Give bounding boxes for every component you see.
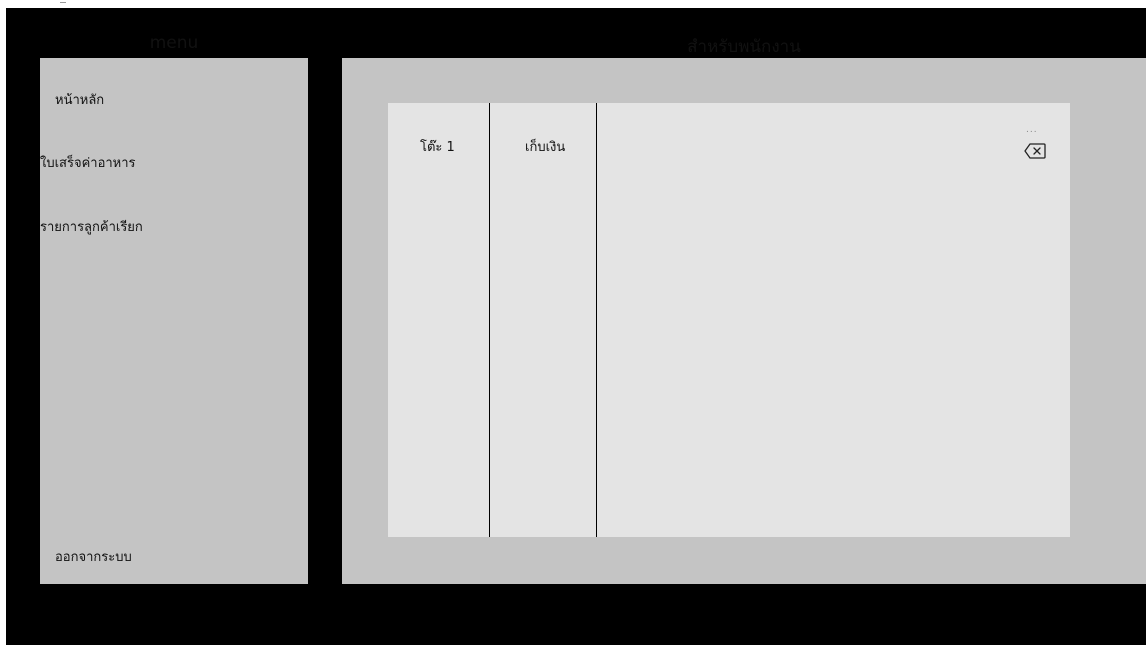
column-divider [489, 103, 490, 537]
backspace-icon[interactable] [1024, 143, 1046, 159]
sidebar-item-home[interactable]: หน้าหลัก [55, 89, 104, 110]
page-title: สำหรับพนักงาน [687, 37, 801, 57]
top-mark [60, 2, 66, 3]
sidebar: หน้าหลัก ใบเสร็จค่าอาหาร รายการลูกค้าเรี… [40, 58, 308, 584]
table-label[interactable]: โต๊ะ 1 [420, 136, 455, 157]
content-card: โต๊ะ 1 เก็บเงิน ... [388, 103, 1070, 537]
logout-button[interactable]: ออกจากระบบ [55, 546, 132, 567]
column-divider [596, 103, 597, 537]
more-options-icon[interactable]: ... [1026, 125, 1038, 135]
checkout-button[interactable]: เก็บเงิน [525, 136, 565, 157]
sidebar-item-food-receipt[interactable]: ใบเสร็จค่าอาหาร [40, 152, 136, 173]
menu-title: menu [149, 33, 199, 53]
sidebar-item-customer-calls[interactable]: รายการลูกค้าเรียก [40, 216, 143, 237]
main-panel: โต๊ะ 1 เก็บเงิน ... [342, 58, 1146, 584]
